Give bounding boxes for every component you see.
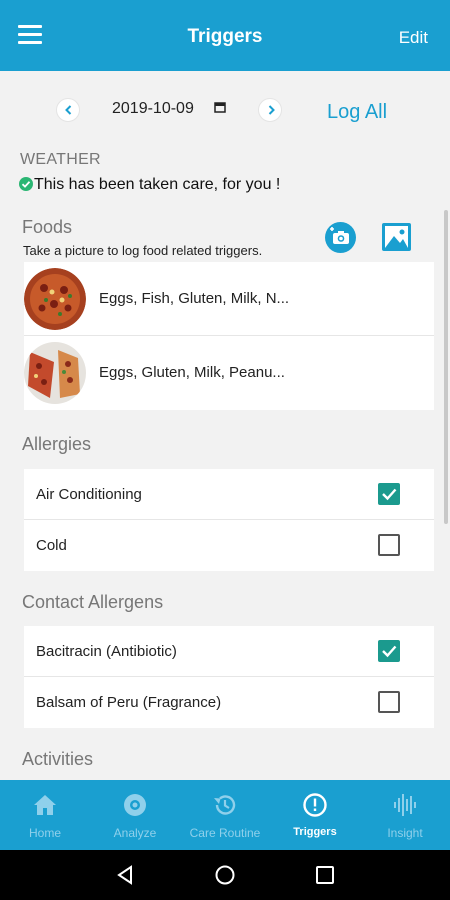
scrollbar[interactable] (444, 210, 448, 524)
home-icon (34, 795, 56, 815)
nav-label: Insight (387, 826, 423, 840)
pizza-photo (24, 268, 86, 330)
waveform-icon (394, 794, 416, 816)
history-icon (214, 795, 236, 815)
next-day-button[interactable] (258, 98, 282, 122)
contact-allergens-heading: Contact Allergens (22, 592, 164, 612)
nav-label: Home (28, 826, 61, 840)
foods-heading: Foods (22, 217, 73, 237)
log-all-button[interactable]: Log All (327, 101, 387, 124)
back-icon[interactable] (115, 865, 135, 885)
foods-list: Eggs, Fish, Gluten, Milk, N... Eggs, Glu… (24, 262, 434, 410)
app-bar: Triggers Edit (0, 0, 450, 71)
bottom-navigation: Home Analyze Care Routine Triggers Insig… (0, 780, 450, 850)
contact-allergen-row-bacitracin[interactable]: Bacitracin (Antibiotic) (24, 626, 434, 677)
contact-allergen-label: Bacitracin (Antibiotic) (36, 643, 177, 660)
alert-icon (303, 793, 327, 817)
foods-subtitle: Take a picture to log food related trigg… (23, 243, 263, 258)
nav-care-routine[interactable]: Care Routine (180, 780, 270, 850)
camera-icon (330, 227, 349, 244)
contact-allergen-label: Balsam of Peru (Fragrance) (36, 694, 222, 711)
edit-button[interactable]: Edit (399, 28, 428, 48)
system-navigation-bar (0, 850, 450, 900)
food-item-label: Eggs, Gluten, Milk, Peanu... (99, 364, 285, 381)
allergy-label: Air Conditioning (36, 486, 142, 503)
check-circle-icon (19, 177, 33, 191)
calendar-icon[interactable] (214, 101, 226, 113)
checkbox-checked[interactable] (378, 640, 400, 662)
nav-triggers[interactable]: Triggers (270, 780, 360, 850)
add-photo-camera-icon[interactable] (325, 222, 356, 253)
nav-label: Care Routine (189, 826, 261, 840)
nav-label: Triggers (293, 826, 337, 838)
checkbox-checked[interactable] (378, 483, 400, 505)
activities-heading: Activities (22, 749, 94, 769)
previous-day-button[interactable] (56, 98, 80, 122)
date-bar: 2019-10-09 Log All (0, 92, 450, 128)
gallery-image-icon[interactable] (381, 222, 412, 252)
recents-icon[interactable] (315, 865, 335, 885)
chevron-right-icon (268, 105, 275, 115)
nav-label: Analyze (113, 826, 157, 840)
weather-heading: WEATHER (20, 151, 101, 168)
pizza-photo (24, 342, 86, 404)
date-value[interactable]: 2019-10-09 (112, 100, 194, 118)
allergy-row-air-conditioning[interactable]: Air Conditioning (24, 469, 434, 520)
page-title: Triggers (187, 26, 263, 47)
allergies-list: Air Conditioning Cold (24, 469, 434, 571)
allergies-heading: Allergies (22, 434, 92, 454)
weather-status: This has been taken care, for you ! (19, 176, 280, 194)
weather-status-text: This has been taken care, for you ! (34, 176, 281, 193)
nav-home[interactable]: Home (0, 780, 90, 850)
home-circle-icon[interactable] (215, 865, 235, 885)
allergy-row-cold[interactable]: Cold (24, 520, 434, 571)
contact-allergen-row-balsam[interactable]: Balsam of Peru (Fragrance) (24, 677, 434, 728)
food-item[interactable]: Eggs, Fish, Gluten, Milk, N... (24, 262, 434, 336)
analyze-icon (124, 794, 146, 816)
food-item-label: Eggs, Fish, Gluten, Milk, N... (99, 290, 290, 307)
nav-insight[interactable]: Insight (360, 780, 450, 850)
allergy-label: Cold (36, 537, 67, 554)
chevron-left-icon (65, 105, 72, 115)
nav-analyze[interactable]: Analyze (90, 780, 180, 850)
checkbox-unchecked[interactable] (378, 534, 400, 556)
contact-allergens-list: Bacitracin (Antibiotic) Balsam of Peru (… (24, 626, 434, 728)
checkbox-unchecked[interactable] (378, 691, 400, 713)
food-item[interactable]: Eggs, Gluten, Milk, Peanu... (24, 336, 434, 410)
